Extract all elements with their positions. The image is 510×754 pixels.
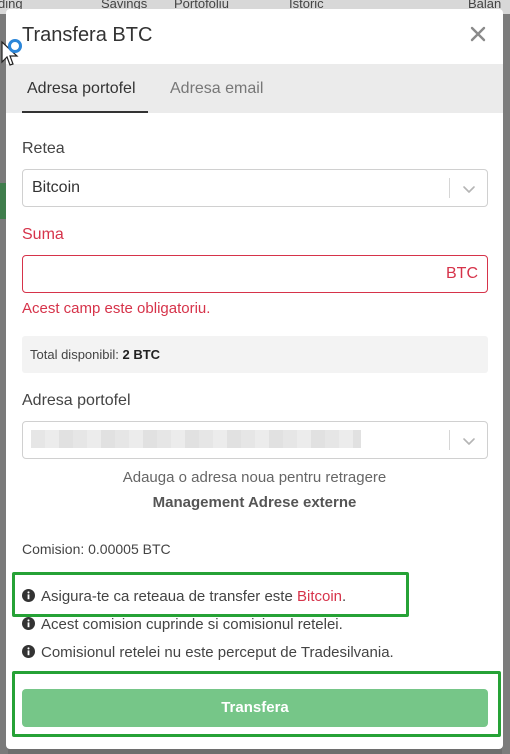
note-text: Acest comision cuprinde si comisionul re… [41, 616, 343, 633]
amount-label: Suma [22, 226, 64, 243]
note-text: Asigura-te ca reteaua de transfer este [41, 588, 297, 605]
network-warning-note: Asigura-te ca reteaua de transfer este B… [22, 588, 346, 605]
commission-includes-note: Acest comision cuprinde si comisionul re… [22, 616, 343, 633]
modal-header: Transfera BTC [6, 9, 503, 64]
wallet-address-select[interactable] [22, 421, 488, 459]
modal-title: Transfera BTC [22, 24, 153, 46]
total-available-value: 2 BTC [122, 347, 161, 362]
note-suffix: . [342, 588, 347, 605]
background-right-edge [502, 14, 510, 754]
network-label: Retea [22, 140, 65, 157]
info-icon [22, 645, 35, 658]
info-icon [22, 589, 35, 602]
note-network-name: Bitcoin [296, 588, 343, 605]
tabs-bar: Adresa portofel Adresa email [6, 64, 503, 113]
wallet-address-label: Adresa portofel [22, 392, 131, 409]
amount-field[interactable]: BTC [22, 255, 488, 293]
total-available-box: Total disponibil: 2 BTC [22, 336, 488, 373]
manage-external-addresses-link[interactable]: Management Adrese externe [6, 494, 503, 511]
commission-text: Comision: 0.00005 BTC [22, 541, 171, 557]
note-text: Comisionul retelei nu este perceput de T… [41, 644, 394, 661]
network-select[interactable]: Bitcoin [22, 169, 488, 207]
transfer-modal: Transfera BTC Adresa portofel Adresa ema… [6, 9, 503, 749]
network-fee-note: Comisionul retelei nu este perceput de T… [22, 644, 394, 661]
tab-wallet-address[interactable]: Adresa portofel [22, 64, 148, 113]
add-address-hint: Adauga o adresa noua pentru retragere [122, 469, 387, 486]
close-button[interactable] [467, 23, 489, 45]
amount-input[interactable] [23, 256, 433, 292]
amount-error-message: Acest camp este obligatoriu. [22, 300, 211, 317]
info-icon [22, 617, 35, 630]
mouse-cursor-icon [1, 39, 22, 66]
total-available-label: Total disponibil: [30, 347, 119, 362]
tab-email-address[interactable]: Adresa email [165, 64, 268, 113]
select-separator [449, 430, 450, 450]
chevron-down-icon [463, 186, 475, 193]
network-selected-value: Bitcoin [32, 179, 81, 196]
close-icon [470, 26, 486, 42]
blurred-wallet-address [31, 430, 361, 448]
chevron-down-icon [463, 438, 475, 445]
amount-currency-suffix: BTC [446, 265, 478, 282]
transfer-submit-button[interactable]: Transfera [22, 689, 488, 727]
select-separator [449, 178, 450, 198]
